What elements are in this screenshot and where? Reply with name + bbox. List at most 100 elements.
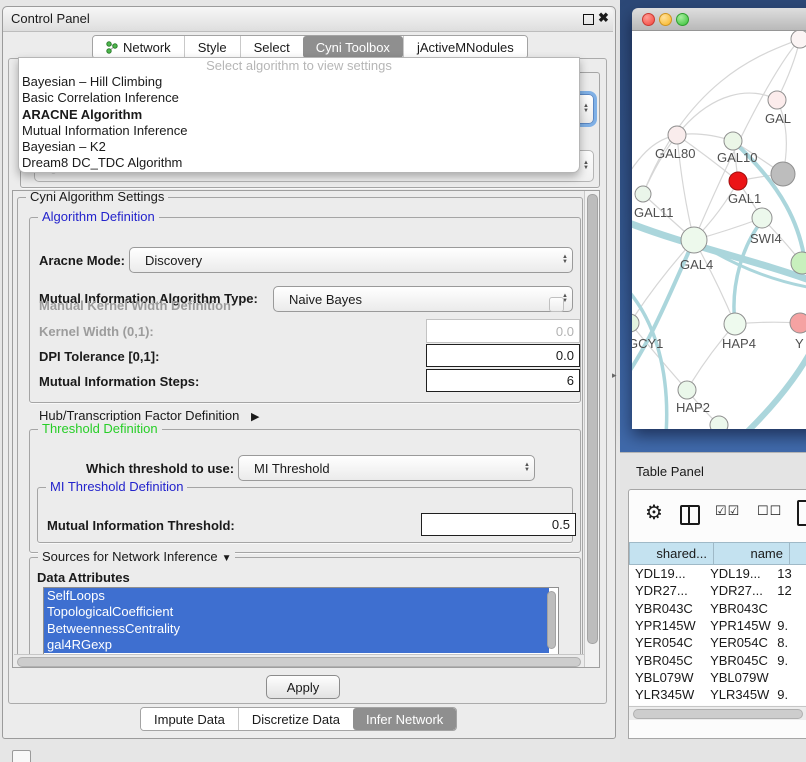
network-node-hap2[interactable] <box>678 381 696 399</box>
network-edge[interactable] <box>694 39 800 240</box>
minimized-panel-icon[interactable] <box>12 750 31 762</box>
attribute-list-item[interactable]: BetweennessCentrality <box>44 621 549 637</box>
minimize-traffic-button[interactable] <box>659 13 672 26</box>
attribute-list-item[interactable]: gal4RGexp <box>44 637 549 653</box>
dropdown-item[interactable]: ARACNE Algorithm <box>19 107 579 123</box>
apply-button[interactable]: Apply <box>266 675 340 699</box>
network-node-hap4[interactable] <box>724 313 746 335</box>
gear-icon[interactable]: ⚙ <box>645 500 663 525</box>
tab-label: Cyni Toolbox <box>316 40 390 55</box>
network-node-swi4[interactable] <box>752 208 772 228</box>
close-icon[interactable]: ✖ <box>598 10 609 26</box>
table-panel-body: ⚙ ☑☑ ☐☐ shared...name YDL19...YDL19...13… <box>628 489 806 739</box>
table-hscrollbar[interactable] <box>629 706 806 720</box>
tab-impute-data[interactable]: Impute Data <box>141 708 238 730</box>
tab-label: Select <box>254 40 290 55</box>
expand-right-icon[interactable]: ▶ <box>251 410 259 423</box>
network-node-gal4[interactable] <box>681 227 707 253</box>
combo-stepper-icon <box>558 255 572 265</box>
tab-network[interactable]: Network <box>93 36 184 58</box>
network-node-gal1[interactable] <box>729 172 747 190</box>
tab-jactivemnodules[interactable]: jActiveMNodules <box>403 36 527 58</box>
function-builder-icon[interactable] <box>797 500 806 526</box>
table-rows: YDL19...YDL19...13YDR27...YDR27...12YBR0… <box>629 565 806 705</box>
tab-label: Infer Network <box>366 712 443 727</box>
table-column-header[interactable]: name <box>714 542 790 565</box>
network-node-gal10[interactable] <box>724 132 742 150</box>
network-edge[interactable] <box>687 324 735 390</box>
network-edge[interactable] <box>677 93 777 135</box>
which-threshold-label: Which threshold to use: <box>86 461 234 476</box>
table-row[interactable]: YPR145WYPR145W9. <box>629 617 806 634</box>
mi-steps-input[interactable]: 6 <box>426 369 580 392</box>
dropdown-item[interactable]: Dream8 DC_TDC Algorithm <box>19 155 579 171</box>
tab-discretize-data[interactable]: Discretize Data <box>238 708 353 730</box>
attribute-list-item[interactable]: TopologicalCoefficient <box>44 604 549 620</box>
mouse-cursor: ▸ <box>612 370 617 381</box>
table-column-header[interactable] <box>790 542 806 565</box>
table-row[interactable]: YLR345WYLR345W9. <box>629 686 806 703</box>
network-node-gal80[interactable] <box>668 126 686 144</box>
network-node[interactable] <box>771 162 795 186</box>
dropdown-prompt: Select algorithm to view settings <box>19 58 579 74</box>
table-row[interactable]: YIL053CYIL053C9 <box>629 703 806 705</box>
tab-cyni-toolbox[interactable]: Cyni Toolbox <box>303 36 403 58</box>
which-threshold-combo[interactable]: MI Threshold <box>238 455 535 481</box>
clear-checkboxes-icon[interactable]: ☐☐ <box>757 503 782 519</box>
zoom-traffic-button[interactable] <box>676 13 689 26</box>
tab-infer-network[interactable]: Infer Network <box>353 708 456 730</box>
settings-vscroll-thumb[interactable] <box>587 194 598 644</box>
network-node-gal[interactable] <box>768 91 786 109</box>
table-cell: YPR145W <box>629 618 704 633</box>
network-canvas[interactable]: GALGAL80GAL10GAL1GAL11SWI4GAL4GCY1HAP4YH… <box>632 31 806 429</box>
dropdown-item[interactable]: Bayesian – Hill Climbing <box>19 74 579 90</box>
manual-kernel-checkbox[interactable] <box>549 297 564 312</box>
network-node-gal11[interactable] <box>635 186 651 202</box>
node-label: HAP4 <box>722 336 756 351</box>
table-row[interactable]: YBR043CYBR043C <box>629 600 806 617</box>
mi-threshold-value: 0.5 <box>552 517 570 532</box>
table-hscroll-thumb[interactable] <box>633 709 803 719</box>
dropdown-item[interactable]: Mutual Information Inference <box>19 123 579 139</box>
mi-type-combo[interactable]: Naive Bayes <box>273 286 573 312</box>
kernel-width-input[interactable]: 0.0 <box>426 319 580 343</box>
data-attributes-label: Data Attributes <box>37 570 130 585</box>
network-node-gcy1[interactable] <box>632 314 639 332</box>
table-row[interactable]: YBL079WYBL079W <box>629 669 806 686</box>
data-attributes-list[interactable]: SelfLoopsTopologicalCoefficientBetweenne… <box>43 587 559 655</box>
dpi-tolerance-input[interactable]: 0.0 <box>426 344 580 367</box>
attribute-list-item[interactable]: SelfLoops <box>44 588 549 604</box>
table-row[interactable]: YER054CYER054C8. <box>629 634 806 651</box>
columns-icon[interactable] <box>680 505 700 525</box>
tab-label: jActiveMNodules <box>417 40 514 55</box>
mi-threshold-input[interactable]: 0.5 <box>421 513 576 536</box>
table-row[interactable]: YDR27...YDR27...12 <box>629 582 806 599</box>
kernel-width-value: 0.0 <box>556 324 574 339</box>
close-traffic-button[interactable] <box>642 13 655 26</box>
table-cell: YDL19... <box>629 566 704 581</box>
select-all-checkboxes-icon[interactable]: ☑☑ <box>715 503 740 519</box>
table-cell: YDR27... <box>704 583 771 598</box>
table-cell: YER054C <box>629 635 704 650</box>
float-window-icon[interactable] <box>583 14 594 25</box>
network-node[interactable] <box>791 31 806 48</box>
settings-hscrollbar[interactable] <box>14 654 584 667</box>
network-edge[interactable] <box>777 39 800 100</box>
table-row[interactable]: YDL19...YDL19...13 <box>629 565 806 582</box>
tab-style[interactable]: Style <box>184 36 240 58</box>
table-column-header[interactable]: shared... <box>629 542 714 565</box>
aracne-mode-combo[interactable]: Discovery <box>129 247 573 273</box>
table-row[interactable]: YBR045CYBR045C9. <box>629 651 806 668</box>
settings-vscrollbar[interactable] <box>584 191 599 667</box>
tab-select[interactable]: Select <box>240 36 303 58</box>
network-node[interactable] <box>710 416 728 429</box>
node-label: GAL4 <box>680 257 713 272</box>
network-node[interactable] <box>791 252 806 274</box>
network-edge[interactable] <box>643 135 677 194</box>
network-node-y[interactable] <box>790 313 806 333</box>
settings-hscroll-thumb[interactable] <box>17 657 581 667</box>
dropdown-item[interactable]: Bayesian – K2 <box>19 139 579 155</box>
list-scrollbar-thumb[interactable] <box>547 591 556 649</box>
dropdown-item[interactable]: Basic Correlation Inference <box>19 90 579 106</box>
collapse-down-icon[interactable]: ▼ <box>222 553 232 564</box>
